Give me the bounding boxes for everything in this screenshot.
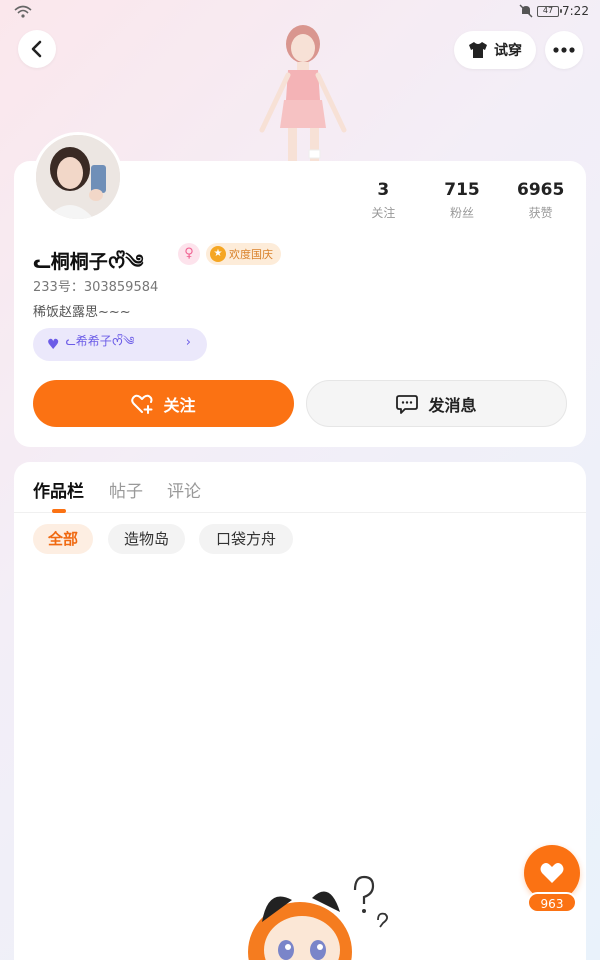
- festival-badge-label: 欢度国庆: [229, 248, 273, 261]
- stat-value: 6965: [517, 180, 565, 200]
- mute-bell-icon: [519, 4, 533, 18]
- chevron-right-icon: ›: [185, 335, 191, 350]
- stat-value: 715: [444, 180, 480, 200]
- like-count: 963: [527, 892, 577, 913]
- empty-state-mascot: [248, 875, 388, 960]
- stat-likes[interactable]: 6965 获赞: [501, 180, 580, 224]
- partner-name: ᓚ希希子ᰔᩚ༄: [65, 333, 135, 348]
- follow-button-label: 关注: [163, 395, 196, 415]
- more-dots-icon: [553, 47, 575, 53]
- stat-following[interactable]: 3 关注: [344, 180, 423, 224]
- festival-badge[interactable]: ★ 欢度国庆: [206, 243, 281, 265]
- send-message-button[interactable]: 发消息: [306, 380, 567, 427]
- heart-plus-icon: [131, 394, 153, 414]
- try-on-label: 试穿: [494, 43, 522, 59]
- battery-indicator: 47: [537, 6, 562, 17]
- filter-chip-ark[interactable]: 口袋方舟: [199, 524, 293, 554]
- tshirt-icon: [469, 42, 487, 58]
- user-avatar[interactable]: [33, 132, 123, 222]
- stat-followers[interactable]: 715 粉丝: [423, 180, 502, 224]
- more-options-button[interactable]: [545, 31, 583, 69]
- user-id: 233号：303859584: [33, 280, 159, 295]
- content-tabs: 作品栏 帖子 评论: [14, 462, 586, 513]
- partner-pill[interactable]: ♥ ᓚ希希子ᰔᩚ༄ ›: [33, 328, 207, 361]
- works-panel: 作品栏 帖子 评论 全部 造物岛 口袋方舟: [14, 462, 586, 960]
- user-stats: 3 关注 715 粉丝 6965 获赞: [344, 180, 580, 224]
- try-on-button[interactable]: 试穿: [454, 31, 536, 69]
- stat-label: 获赞: [528, 206, 553, 220]
- stat-value: 3: [377, 180, 390, 200]
- stat-label: 粉丝: [450, 206, 475, 220]
- clock: 7:22: [562, 4, 589, 18]
- filter-chip-all[interactable]: 全部: [33, 524, 93, 554]
- female-icon: ♀: [178, 243, 200, 265]
- avatar-photo: [36, 135, 120, 219]
- follow-button[interactable]: 关注: [33, 380, 294, 427]
- stat-label: 关注: [371, 206, 396, 220]
- active-tab-indicator: [52, 509, 66, 513]
- tab-works[interactable]: 作品栏: [33, 477, 84, 502]
- chevron-left-icon: [31, 40, 42, 58]
- heart-icon: [540, 863, 564, 883]
- chat-bubble-icon: [396, 394, 419, 414]
- tab-posts[interactable]: 帖子: [109, 477, 143, 502]
- heart-icon: ♥: [47, 336, 60, 353]
- star-icon: ★: [210, 246, 226, 262]
- filter-chip-island[interactable]: 造物岛: [108, 524, 185, 554]
- avatar-character-figure: [259, 25, 347, 165]
- wifi-icon: [14, 5, 32, 18]
- tab-comments[interactable]: 评论: [167, 477, 201, 502]
- user-bio: 稀饭赵露思~~~: [33, 305, 131, 320]
- back-button[interactable]: [18, 30, 56, 68]
- send-message-label: 发消息: [428, 395, 477, 415]
